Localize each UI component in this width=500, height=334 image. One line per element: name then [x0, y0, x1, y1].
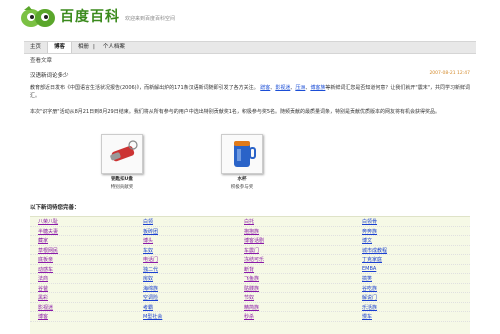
topic-link[interactable]: 海绵族 — [143, 285, 158, 292]
space-navbar: 主页 博客 相册 | 个人档案 — [24, 41, 476, 54]
topic-link[interactable]: 骷髅族 — [244, 285, 259, 292]
topic-link[interactable]: 影视迷 — [38, 304, 53, 311]
topics-row: 谷爸 海绵族 骷髅族 谷吃族 — [30, 284, 470, 293]
topics-row: 黑彩 空调险 节奴 解说门 — [30, 293, 470, 303]
prize-name: 钥匙扣U盘 — [111, 177, 133, 182]
prize-cup: 水杯 积极参与奖 — [212, 134, 272, 190]
topics-row: 法商 房奴 飞鱼族 搞笑 — [30, 274, 470, 284]
post-date: 2007-08-21 12:47 — [429, 71, 470, 76]
tab-profile[interactable]: 个人档案 — [97, 42, 131, 53]
topic-link[interactable]: 节奴 — [244, 294, 254, 301]
topics-row: 草根网民 车奴 车震门 城市成教程 — [30, 246, 470, 255]
topic-link[interactable]: 断背 — [244, 266, 254, 273]
topic-link[interactable]: 丁克家庭 — [362, 256, 382, 263]
topic-link[interactable]: 考霸 — [143, 304, 153, 311]
prize-name: 水杯 — [237, 177, 247, 182]
topic-link[interactable]: 城市成教程 — [362, 247, 387, 254]
topics-title: 以下新词待您完善： — [30, 205, 80, 211]
topic-link[interactable]: 白托 — [244, 218, 254, 225]
topic-link[interactable]: EMBA — [362, 266, 376, 272]
tab-blog[interactable]: 博客 — [48, 42, 73, 53]
topic-link[interactable]: 精简族 — [244, 304, 259, 311]
topics-row: 博客 M型社会 秒杀 慢车 — [30, 312, 470, 322]
topic-link[interactable]: 乐活族 — [362, 304, 377, 311]
topics-row: 半糖夫妻 板砖团 抱抱族 奔奔族 — [30, 227, 470, 236]
topic-link[interactable]: 博文 — [362, 237, 372, 244]
topic-link[interactable]: 搞笑 — [362, 275, 372, 282]
prize-usb: 钥匙扣U盘 特别贡献奖 — [92, 134, 152, 190]
topics-row: 影视迷 考霸 精简族 乐活族 — [30, 303, 470, 312]
brand-title: 百度百科 — [60, 9, 120, 25]
topics-table: 八荣八耻 白领 白托 白领骨半糖夫妻 板砖团 抱抱族 奔奔族藏家 博头 博客话剧 博文草根网民 车奴… — [30, 216, 470, 334]
water-cup-icon — [221, 134, 263, 174]
topic-link[interactable]: 慢车 — [362, 313, 372, 320]
keyword-link[interactable]: 蹭客 — [260, 85, 270, 91]
tab-album[interactable]: 相册 — [72, 42, 91, 53]
topic-link[interactable]: M型社会 — [143, 313, 162, 320]
topic-link[interactable]: 法商 — [38, 275, 48, 282]
topics-row: 动感车 独二代 断背 EMBA — [30, 265, 470, 274]
keyword-link[interactable]: 博客族 — [310, 85, 325, 91]
topic-link[interactable]: 冻结可乐 — [244, 256, 264, 263]
topic-link[interactable]: 解说门 — [362, 294, 377, 301]
section-label: 查看文章 — [30, 58, 53, 64]
topic-link[interactable]: 动感车 — [38, 266, 53, 273]
topic-link[interactable]: 板砖团 — [143, 228, 158, 235]
topic-link[interactable]: 电话门 — [143, 256, 158, 263]
topic-link[interactable]: 空调险 — [143, 294, 158, 301]
page-header: 百度百科 欢迎来到百度百科空间 — [0, 0, 500, 40]
topic-link[interactable]: 白领骨 — [362, 218, 377, 225]
topic-link[interactable]: 博客话剧 — [244, 237, 264, 244]
post-title: 汉语新词论多少 — [30, 73, 69, 79]
topic-link[interactable]: 八荣八耻 — [38, 218, 58, 225]
tab-home[interactable]: 主页 — [24, 42, 49, 53]
topic-link[interactable]: 谷爸 — [38, 285, 48, 292]
topics-row: 底板亲 电话门 冻结可乐 丁克家庭 — [30, 255, 470, 265]
prize-desc: 积极参与奖 — [230, 185, 254, 190]
topic-link[interactable]: 车奴 — [143, 247, 153, 254]
topic-link[interactable]: 谷吃族 — [362, 285, 377, 292]
prize-desc: 特别贡献奖 — [110, 185, 134, 190]
topic-link[interactable]: 白领 — [143, 218, 153, 225]
topic-link[interactable]: 半糖夫妻 — [38, 228, 58, 235]
baidu-baike-logo-icon[interactable] — [20, 4, 56, 30]
topic-link[interactable]: 秒杀 — [244, 313, 254, 320]
topic-link[interactable]: 房奴 — [143, 275, 153, 282]
topic-link[interactable]: 底板亲 — [38, 256, 53, 263]
post-text: 教育部近日发布《中国语言生活状况报告(2006)》，而新解出炉的171条汉语新词… — [30, 85, 259, 91]
keyword-link[interactable]: 压洲 — [295, 85, 305, 91]
topic-link[interactable]: 飞鱼族 — [244, 275, 259, 282]
topic-link[interactable]: 草根网民 — [38, 247, 58, 254]
topic-link[interactable]: 抱抱族 — [244, 228, 259, 235]
topic-link[interactable]: 藏家 — [38, 237, 48, 244]
topic-link[interactable]: 博客 — [38, 313, 48, 320]
topic-link[interactable]: 黑彩 — [38, 294, 48, 301]
topic-link[interactable]: 博头 — [143, 237, 153, 244]
topic-link[interactable]: 奔奔族 — [362, 228, 377, 235]
topics-row: 八荣八耻 白领 白托 白领骨 — [30, 217, 470, 227]
topics-row: 藏家 博头 博客话剧 博文 — [30, 236, 470, 246]
topic-link[interactable]: 车震门 — [244, 247, 259, 254]
post-paragraph-1: 教育部近日发布《中国语言生活状况报告(2006)》，而新解出炉的171条汉语新词… — [30, 85, 470, 99]
post-paragraph-2: 本次"识字册"活动从8月21日到8月29日结束。我们将从所有参与的用户中选出特别… — [30, 109, 441, 115]
topic-link[interactable]: 独二代 — [143, 266, 158, 273]
keyword-link[interactable]: 影视迷 — [275, 85, 290, 91]
usb-keychain-icon — [101, 134, 143, 174]
tagline: 欢迎来到百度百科空间 — [125, 16, 176, 22]
